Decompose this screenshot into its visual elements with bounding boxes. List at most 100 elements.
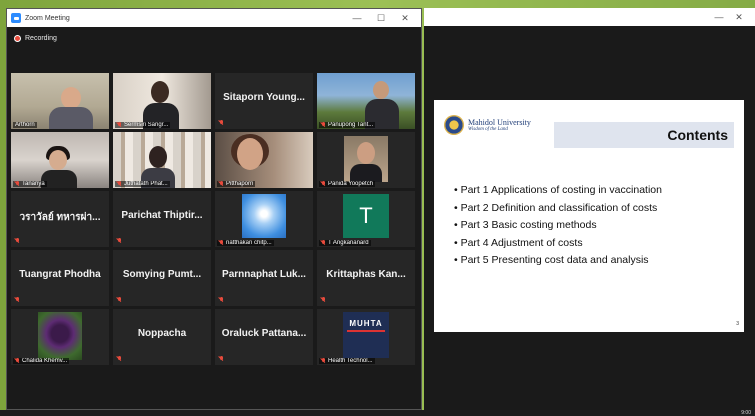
recording-label: Recording: [25, 34, 57, 42]
zoom-meeting-window: Zoom Meeting — ☐ ✕ Recording Arthorn Ser…: [6, 8, 422, 410]
participant-video: [11, 73, 109, 129]
participant-label: Sermsiri Sangr...: [115, 122, 171, 128]
participant-tile[interactable]: Juthatath Phat...: [113, 132, 211, 188]
participant-label: Tananya: [13, 181, 47, 187]
participant-label: Chalida Khemv...: [13, 358, 70, 364]
mic-muted-icon: [321, 297, 326, 303]
mic-muted-icon: [117, 122, 122, 128]
mic-muted-icon: [219, 356, 224, 362]
participant-tile[interactable]: Pitthaporn: [215, 132, 313, 188]
mic-muted-icon: [321, 240, 326, 246]
screen-share-window: — ✕ Mahidol University Wisdom of the Lan…: [424, 8, 755, 410]
bullet-item: Part 4 Adjustment of costs: [454, 235, 736, 253]
mic-muted-icon: [219, 240, 224, 246]
mic-muted-icon: [219, 181, 224, 187]
participant-tile[interactable]: Tuangrat Phodha: [11, 250, 109, 306]
participant-tile[interactable]: Panupong Tant...: [317, 73, 415, 129]
participant-label: Arthorn: [13, 122, 37, 128]
mic-muted-icon: [15, 358, 20, 364]
participant-name-text: Parnnaphat Luk...: [222, 269, 306, 280]
participant-label: Panida Yoopetch: [319, 181, 376, 187]
participant-tile[interactable]: natthakan chitp...: [215, 191, 313, 247]
university-logo-text: Mahidol University Wisdom of the Land: [468, 117, 531, 132]
participant-video: [113, 132, 211, 188]
participant-name-text: Tuangrat Phodha: [19, 269, 101, 280]
participant-gallery: Arthorn Sermsiri Sangr... Sitaporn Young…: [11, 73, 417, 365]
zoom-titlebar: Zoom Meeting — ☐ ✕: [7, 9, 421, 27]
participant-tile[interactable]: Parichat Thiptir...: [113, 191, 211, 247]
taskbar-clock: 9:00: [741, 410, 751, 416]
participant-tile[interactable]: Noppacha: [113, 309, 211, 365]
participant-tile[interactable]: Sitaporn Young...: [215, 73, 313, 129]
mic-muted-icon: [15, 181, 20, 187]
participant-video: [215, 132, 313, 188]
participant-label: Panupong Tant...: [319, 122, 376, 128]
participant-name: Pitthaporn: [226, 181, 254, 187]
sky-avatar-image: [242, 194, 286, 238]
participant-tile[interactable]: Arthorn: [11, 73, 109, 129]
participant-name: Sermsiri Sangr...: [124, 122, 169, 128]
participant-name: Panupong Tant...: [328, 122, 374, 128]
participant-name: Chalida Khemv...: [22, 358, 68, 364]
slide-title-box: Contents: [554, 122, 734, 148]
minimize-button[interactable]: —: [709, 12, 729, 22]
participant-tile[interactable]: Somying Pumt...: [113, 250, 211, 306]
slide-bullet-list: Part 1 Applications of costing in vaccin…: [454, 182, 736, 270]
participant-label: T Angkananard: [319, 240, 371, 246]
letter-avatar: T: [343, 194, 389, 238]
university-motto: Wisdom of the Land: [468, 126, 508, 132]
participant-name: Juthatath Phat...: [124, 181, 168, 187]
mic-muted-icon: [321, 181, 326, 187]
bullet-item: Part 5 Presenting cost data and analysis: [454, 252, 736, 270]
participant-tile[interactable]: วราวัลย์ ทหารผ่า...: [11, 191, 109, 247]
presentation-slide: Mahidol University Wisdom of the Land Co…: [434, 100, 744, 332]
participant-tile[interactable]: Oraluck Pattana...: [215, 309, 313, 365]
muhta-logo: MUHTA: [343, 312, 389, 358]
university-seal-icon: [444, 115, 464, 135]
participant-video: [317, 73, 415, 129]
participant-name: Arthorn: [15, 122, 35, 128]
bullet-item: Part 1 Applications of costing in vaccin…: [454, 182, 736, 200]
participant-video: [317, 132, 415, 188]
share-titlebar: — ✕: [424, 8, 755, 26]
university-name: Mahidol University: [468, 117, 531, 127]
participant-tile[interactable]: Chalida Khemv...: [11, 309, 109, 365]
participant-tile[interactable]: T T Angkananard: [317, 191, 415, 247]
participant-tile[interactable]: Tananya: [11, 132, 109, 188]
slide-header: Mahidol University Wisdom of the Land Co…: [444, 112, 734, 148]
participant-tile[interactable]: Krittaphas Kan...: [317, 250, 415, 306]
participant-name-text: Sitaporn Young...: [223, 92, 305, 103]
close-button[interactable]: ✕: [393, 13, 417, 24]
mic-muted-icon: [321, 358, 326, 364]
participant-label: Juthatath Phat...: [115, 181, 170, 187]
participant-name: Health Technol...: [328, 358, 373, 364]
mic-muted-icon: [117, 181, 122, 187]
window-title: Zoom Meeting: [25, 14, 70, 22]
participant-tile[interactable]: Sermsiri Sangr...: [113, 73, 211, 129]
recording-indicator[interactable]: Recording: [7, 27, 421, 49]
mic-muted-icon: [117, 238, 122, 244]
participant-tile[interactable]: MUHTA Health Technol...: [317, 309, 415, 365]
participant-name: Tananya: [22, 181, 45, 187]
minimize-button[interactable]: —: [345, 13, 369, 23]
maximize-button[interactable]: ☐: [369, 13, 393, 24]
mic-muted-icon: [15, 297, 20, 303]
participant-tile[interactable]: Panida Yoopetch: [317, 132, 415, 188]
participant-name-text: Somying Pumt...: [122, 269, 202, 280]
mic-muted-icon: [117, 356, 122, 362]
participant-name-text: Parichat Thiptir...: [121, 210, 203, 221]
bullet-item: Part 2 Definition and classification of …: [454, 200, 736, 218]
participant-video: [113, 73, 211, 129]
mic-muted-icon: [219, 120, 224, 126]
bullet-item: Part 3 Basic costing methods: [454, 217, 736, 235]
close-button[interactable]: ✕: [729, 12, 749, 23]
participant-video: [11, 132, 109, 188]
flower-avatar-image: [38, 312, 82, 360]
participant-name: Panida Yoopetch: [328, 181, 374, 187]
participant-tile[interactable]: Parnnaphat Luk...: [215, 250, 313, 306]
mic-muted-icon: [321, 122, 326, 128]
participant-name-text: วราวัลย์ ทหารผ่า...: [19, 212, 101, 223]
participant-name-text: Oraluck Pattana...: [221, 328, 307, 339]
slide-page-number: 3: [736, 321, 739, 327]
participant-name-text: Krittaphas Kan...: [326, 269, 406, 280]
